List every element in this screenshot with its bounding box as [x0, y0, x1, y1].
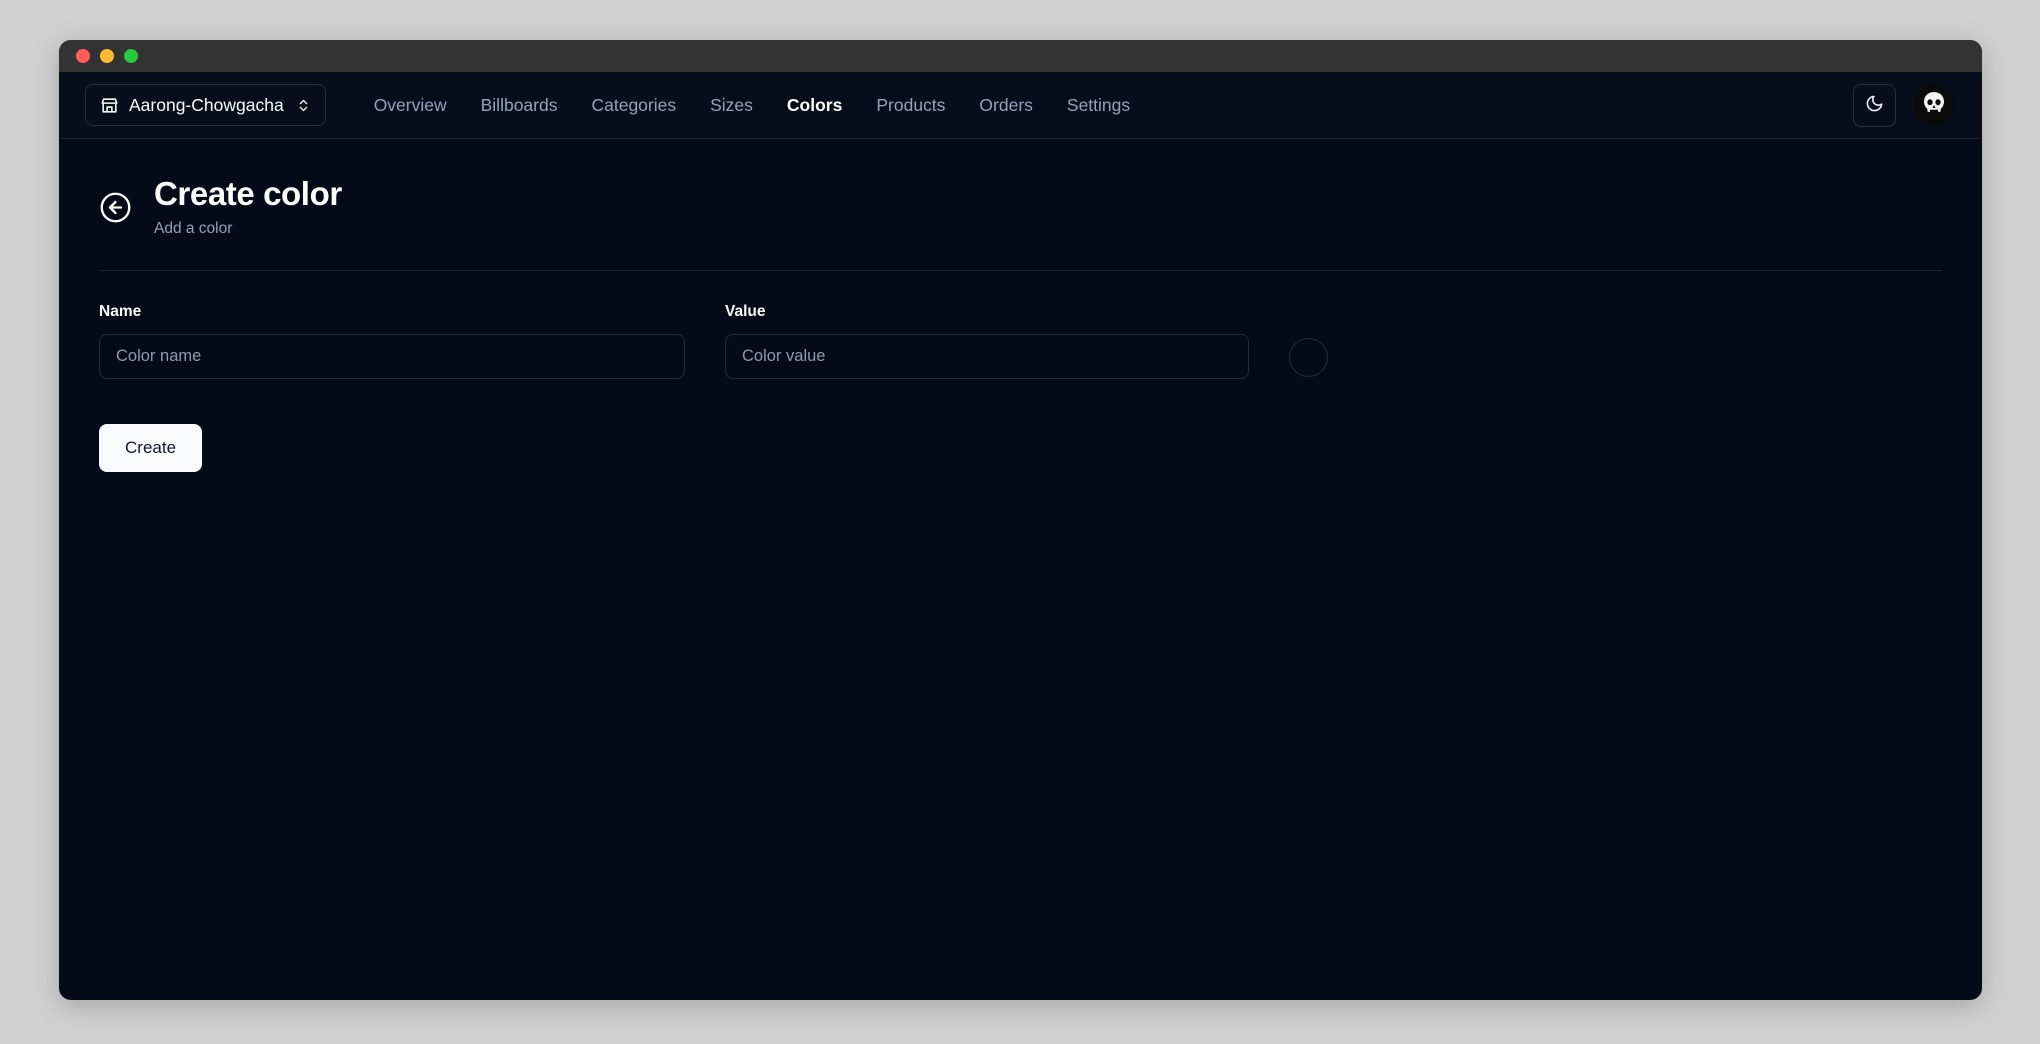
close-window-button[interactable] [76, 49, 90, 63]
moon-icon [1865, 94, 1884, 116]
arrow-left-circle-icon [99, 191, 132, 227]
page-content: Create color Add a color Name Value [59, 139, 1982, 472]
form-fields-row: Name Value [99, 303, 1942, 379]
store-icon [100, 96, 119, 115]
nav-link-settings[interactable]: Settings [1067, 95, 1130, 116]
nav-link-categories[interactable]: Categories [591, 95, 676, 116]
page-subtitle: Add a color [154, 219, 233, 237]
value-field-group: Value [725, 303, 1249, 379]
nav-link-sizes[interactable]: Sizes [710, 95, 753, 116]
theme-toggle-button[interactable] [1853, 83, 1896, 127]
color-value-input[interactable] [725, 333, 1249, 379]
minimize-window-button[interactable] [100, 49, 114, 63]
page-header: Create color Add a color [99, 175, 1942, 238]
color-preview-swatch [1289, 337, 1328, 377]
name-field-label: Name [99, 302, 142, 320]
value-field-row: Value [725, 303, 1328, 379]
top-navigation-bar: Aarong-Chowgacha Overview Billboards Cat… [59, 72, 1982, 139]
store-switcher-label: Aarong-Chowgacha [129, 94, 284, 115]
value-field-label: Value [725, 302, 766, 320]
color-name-input[interactable] [99, 333, 685, 379]
nav-link-products[interactable]: Products [876, 95, 945, 116]
chevrons-up-down-icon [296, 98, 311, 113]
main-navigation: Overview Billboards Categories Sizes Col… [374, 95, 1130, 116]
page-title: Create color [154, 175, 342, 212]
nav-link-billboards[interactable]: Billboards [481, 95, 558, 116]
skull-avatar [1914, 85, 1954, 125]
create-color-form: Name Value Create [99, 271, 1942, 472]
nav-link-overview[interactable]: Overview [374, 95, 447, 116]
store-switcher-button[interactable]: Aarong-Chowgacha [85, 84, 326, 126]
browser-window: Aarong-Chowgacha Overview Billboards Cat… [59, 40, 1982, 1000]
avatar[interactable] [1914, 85, 1954, 125]
window-titlebar [59, 40, 1982, 72]
create-button[interactable]: Create [99, 423, 203, 472]
navbar-right-actions [1853, 83, 1954, 127]
nav-link-orders[interactable]: Orders [979, 95, 1032, 116]
name-field-group: Name [99, 303, 685, 379]
page-heading-text: Create color Add a color [154, 175, 342, 238]
maximize-window-button[interactable] [124, 49, 138, 63]
back-button[interactable] [99, 193, 132, 226]
nav-link-colors[interactable]: Colors [787, 95, 842, 116]
